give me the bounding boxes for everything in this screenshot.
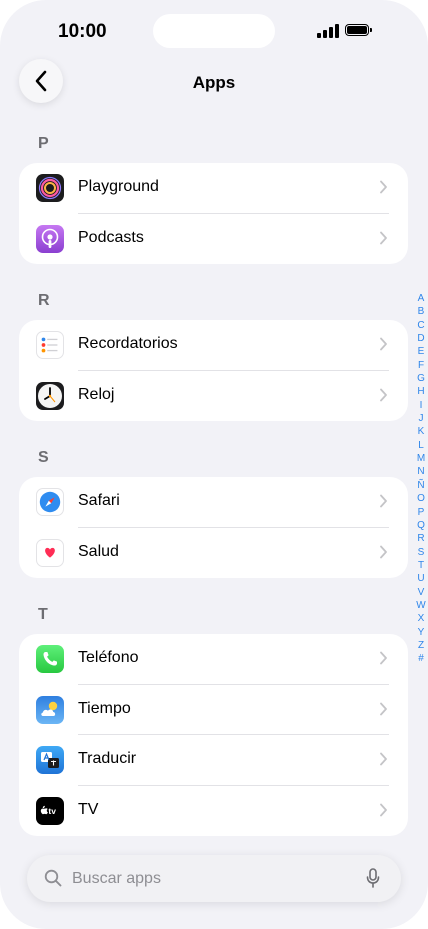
list-item-safari[interactable]: Safari	[19, 477, 408, 528]
section-group-p: Playground Podcasts	[19, 163, 408, 264]
page-title: Apps	[192, 73, 236, 92]
tv-badge-text: tv	[48, 806, 56, 816]
tv-icon: tv	[36, 796, 64, 825]
search-icon	[44, 869, 62, 887]
chevron-right-icon	[380, 231, 387, 244]
microphone-icon[interactable]	[366, 868, 380, 888]
chevron-right-icon	[380, 752, 387, 766]
section-header-s: S	[38, 449, 49, 466]
clock-icon	[36, 381, 64, 410]
chevron-right-icon	[380, 651, 387, 665]
index-letter[interactable]: B	[414, 305, 428, 318]
section-header-p: P	[38, 135, 49, 152]
chevron-right-icon	[380, 337, 387, 351]
index-letter[interactable]: X	[414, 612, 428, 625]
translate-icon	[36, 746, 64, 774]
list-item-traducir[interactable]: Traducir	[19, 735, 408, 786]
list-item-telefono[interactable]: Teléfono	[19, 634, 408, 685]
list-item-reloj[interactable]: Reloj	[19, 371, 408, 422]
chevron-right-icon	[380, 545, 387, 558]
index-letter[interactable]: R	[414, 532, 428, 545]
index-letter[interactable]: O	[414, 492, 428, 505]
index-letter[interactable]: N	[414, 465, 428, 478]
item-label: Tiempo	[78, 699, 131, 717]
list-item-tiempo[interactable]: Tiempo	[19, 685, 408, 735]
weather-icon	[36, 695, 64, 724]
podcasts-icon	[36, 224, 64, 253]
chevron-right-icon	[380, 494, 387, 508]
search-input[interactable]: Buscar apps	[72, 870, 161, 888]
section-group-r: Recordatorios Reloj	[19, 320, 408, 421]
item-label: Safari	[78, 492, 120, 509]
index-letter[interactable]: Z	[414, 639, 428, 652]
item-label: TV	[78, 800, 99, 818]
section-header-r: R	[38, 292, 50, 309]
item-label: Teléfono	[78, 649, 139, 666]
chevron-right-icon	[380, 702, 387, 715]
list-item-tv[interactable]: tv TV	[19, 786, 408, 837]
index-letter[interactable]: I	[414, 399, 428, 412]
index-letter[interactable]: F	[414, 359, 428, 372]
index-letter[interactable]: K	[414, 425, 428, 438]
battery-icon	[345, 24, 373, 38]
list-item-playground[interactable]: Playground	[19, 163, 408, 214]
list-item-recordatorios[interactable]: Recordatorios	[19, 320, 408, 371]
item-label: Salud	[78, 542, 119, 560]
index-letter[interactable]: #	[414, 652, 428, 665]
index-letter[interactable]: Y	[414, 626, 428, 639]
index-letter[interactable]: H	[414, 385, 428, 398]
status-bar: 10:00	[0, 0, 428, 60]
reminders-icon	[36, 331, 64, 359]
chevron-right-icon	[380, 180, 387, 194]
index-letter[interactable]: P	[414, 506, 428, 519]
section-group-t: Teléfono Tiempo Traducir tv TV	[19, 634, 408, 836]
health-icon	[36, 538, 64, 567]
item-label: Podcasts	[78, 228, 144, 246]
phone-screen: 10:00 Apps P Playground Podcasts R Recor…	[0, 0, 428, 929]
index-letter[interactable]: T	[414, 559, 428, 572]
alphabet-index[interactable]: A B C D E F G H I J K L M N Ñ O P Q R S T U V W X Y Z #	[414, 292, 428, 666]
status-time: 10:00	[58, 21, 107, 42]
index-letter[interactable]: Ñ	[414, 479, 428, 492]
index-letter[interactable]: L	[414, 439, 428, 452]
chevron-right-icon	[380, 803, 387, 816]
item-label: Recordatorios	[78, 335, 178, 352]
index-letter[interactable]: G	[414, 372, 428, 385]
index-letter[interactable]: M	[414, 452, 428, 465]
section-group-s: Safari Salud	[19, 477, 408, 578]
index-letter[interactable]: J	[414, 412, 428, 425]
list-item-salud[interactable]: Salud	[19, 528, 408, 579]
dynamic-island	[153, 14, 275, 48]
search-bar[interactable]: Buscar apps	[27, 855, 401, 902]
index-letter[interactable]: V	[414, 586, 428, 599]
index-letter[interactable]: C	[414, 319, 428, 332]
section-header-t: T	[38, 606, 48, 623]
index-letter[interactable]: D	[414, 332, 428, 345]
index-letter[interactable]: S	[414, 546, 428, 559]
item-label: Playground	[78, 178, 159, 195]
phone-icon	[36, 645, 64, 673]
item-label: Reloj	[78, 385, 115, 403]
cellular-signal-icon	[317, 24, 339, 38]
index-letter[interactable]: E	[414, 345, 428, 358]
item-label: Traducir	[78, 750, 137, 767]
list-item-podcasts[interactable]: Podcasts	[19, 214, 408, 265]
safari-icon	[36, 488, 64, 516]
playground-icon	[36, 174, 64, 202]
index-letter[interactable]: U	[414, 572, 428, 585]
index-letter[interactable]: Q	[414, 519, 428, 532]
index-letter[interactable]: W	[414, 599, 428, 612]
index-letter[interactable]: A	[414, 292, 428, 305]
chevron-right-icon	[380, 388, 387, 401]
